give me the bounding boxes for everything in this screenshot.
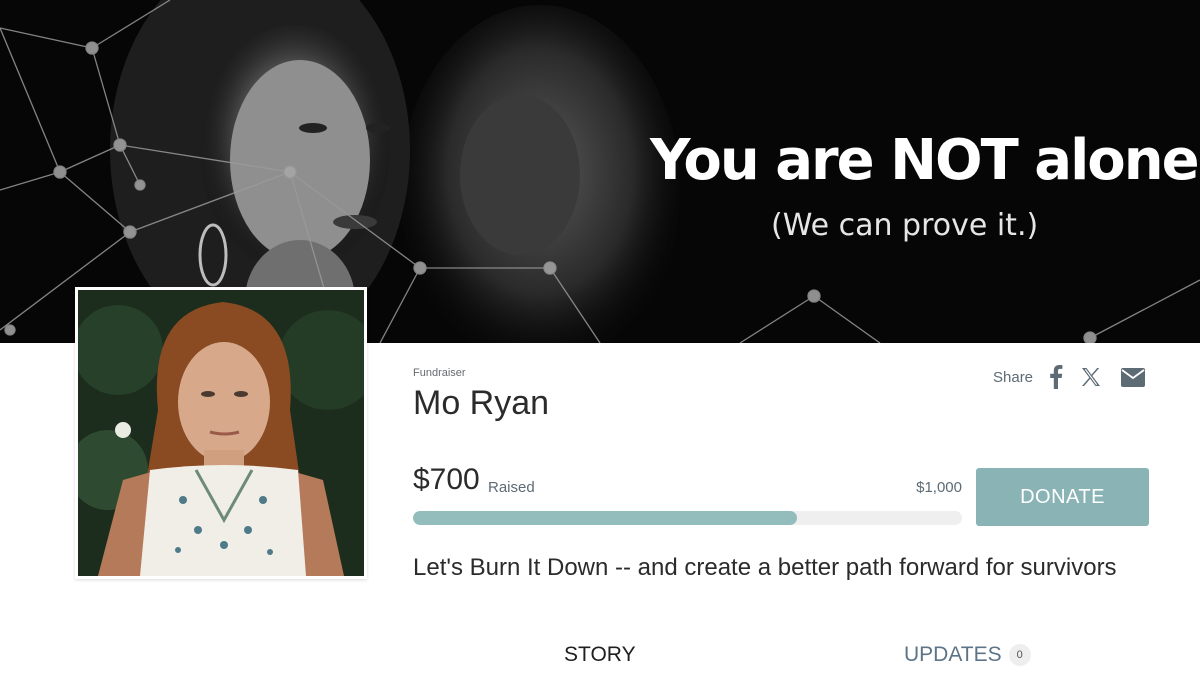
raised-amount: $700: [413, 463, 480, 496]
fundraiser-name: Mo Ryan: [413, 384, 550, 422]
fundraiser-type-label: Fundraiser: [413, 367, 466, 379]
tab-story[interactable]: STORY: [564, 643, 636, 667]
updates-count-badge: 0: [1008, 644, 1031, 666]
tab-updates[interactable]: UPDATES 0: [904, 643, 1031, 667]
banner-headline: You are NOT alone.: [650, 128, 1200, 193]
x-icon[interactable]: [1081, 367, 1101, 387]
facebook-icon[interactable]: [1049, 365, 1063, 389]
progress-bar-fill: [413, 511, 798, 525]
share-label: Share: [993, 368, 1034, 386]
organizer-photo: [75, 287, 367, 579]
banner-subheadline: (We can prove it.): [771, 208, 1039, 243]
organizer-portrait: [78, 290, 364, 576]
progress-bar: [413, 511, 962, 525]
raised-label: Raised: [488, 479, 535, 496]
goal-amount: $1,000: [916, 479, 962, 496]
tab-updates-label: UPDATES: [904, 643, 1002, 666]
donate-button[interactable]: DONATE: [976, 468, 1149, 526]
share-bar: Share: [993, 363, 1146, 391]
fundraiser-tagline: Let's Burn It Down -- and create a bette…: [413, 554, 1117, 581]
email-icon[interactable]: [1121, 367, 1146, 387]
